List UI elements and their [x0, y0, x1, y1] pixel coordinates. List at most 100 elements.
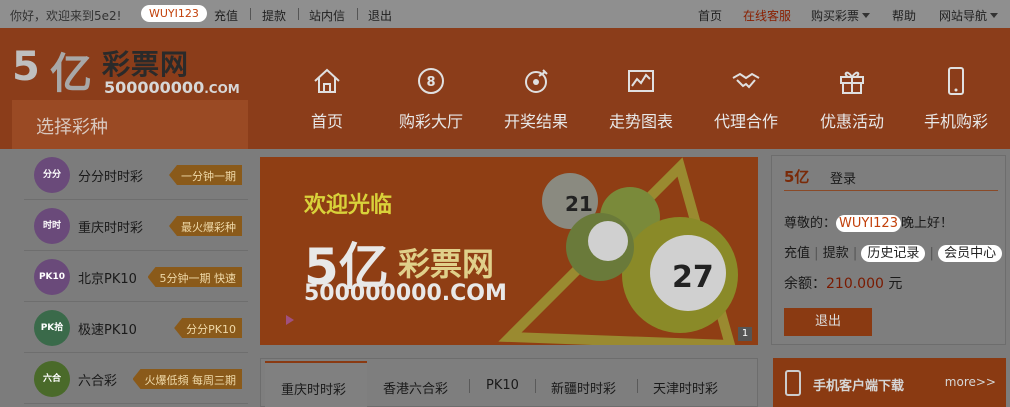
balance-label: 余额：	[784, 276, 826, 292]
member-center-link[interactable]: 会员中心	[938, 245, 1003, 262]
lottery-badge-icon: PK拾	[34, 310, 70, 346]
logo-url-main: 500000000	[104, 78, 205, 97]
lottery-tag: 分分PK10	[174, 318, 242, 338]
lottery-tag: 火爆低頻 每周三期	[132, 369, 242, 389]
logo-brand[interactable]: 彩票网	[102, 43, 189, 83]
tab-xjssc[interactable]: 新疆时时彩	[551, 378, 616, 397]
login-logo: 5亿	[784, 168, 810, 186]
nav-draw-results[interactable]: 开奖结果	[484, 38, 588, 138]
inbox-link[interactable]: 站内信	[309, 7, 345, 24]
tab-hk-lhc[interactable]: 香港六合彩	[383, 378, 448, 397]
play-icon[interactable]	[286, 315, 294, 325]
chart-icon	[628, 70, 654, 92]
divider	[357, 8, 358, 20]
divider	[784, 190, 998, 191]
banner-brand-cn: 彩票网	[398, 245, 495, 283]
lottery-item-lhc[interactable]: 六合 六合彩 火爆低頻 每周三期	[24, 353, 248, 404]
logo-five[interactable]: 5	[12, 44, 40, 90]
logout-link[interactable]: 退出	[368, 7, 392, 24]
account-links: 充值 | 提款 | 历史记录 | 会员中心	[784, 242, 1003, 262]
divider	[535, 379, 536, 393]
balance-value: 210.000	[826, 276, 884, 292]
tab-tjssc[interactable]: 天津时时彩	[653, 378, 718, 397]
promo-banner[interactable]: 21 27 欢迎光临 5亿 彩票网 500000000.COM 1	[260, 157, 758, 345]
lottery-item-jspk10[interactable]: PK拾 极速PK10 分分PK10	[24, 302, 248, 353]
greet-suffix: 晚上好！	[900, 216, 953, 231]
lottery-item-cqssc[interactable]: 时时 重庆时时彩 最火爆彩种	[24, 200, 248, 251]
greet-prefix: 尊敬的：	[784, 216, 837, 231]
divider	[298, 8, 299, 20]
divider: |	[814, 246, 819, 261]
home-link[interactable]: 首页	[698, 7, 722, 24]
nav-label: 购彩大厅	[398, 112, 463, 131]
username-badge[interactable]: WUYI123	[141, 5, 207, 22]
divider	[637, 379, 638, 393]
withdraw-link[interactable]: 提款	[823, 246, 849, 261]
tab-pk10[interactable]: PK10	[486, 378, 519, 393]
nav-label: 开奖结果	[503, 112, 568, 131]
logo-url: 500000000.COM	[104, 78, 240, 97]
nav-label: 手机购彩	[923, 112, 988, 131]
lottery-name: 六合彩	[78, 374, 118, 389]
site-nav-menu[interactable]: 网站导航	[939, 7, 999, 24]
balance: 余额：210.000 元	[784, 273, 902, 293]
nav-label: 优惠活动	[819, 112, 884, 131]
logo-url-suffix: .COM	[204, 82, 240, 96]
logo-yi[interactable]: 亿	[50, 40, 92, 101]
lottery-name: 分分时时彩	[78, 170, 144, 185]
help-link[interactable]: 帮助	[892, 7, 916, 24]
nav-mobile[interactable]: 手机购彩	[904, 38, 1008, 138]
gift-icon	[840, 71, 864, 94]
lottery-name: 北京PK10	[78, 272, 137, 287]
lottery-tag: 最火爆彩种	[169, 216, 242, 236]
top-bar: 你好，欢迎来到5e2! WUYI123 充值 提款 站内信 退出 首页 在线客服…	[0, 0, 1010, 28]
buy-lottery-label: 购买彩票	[811, 9, 860, 23]
logout-button[interactable]: 退出	[784, 308, 872, 336]
lottery-badge-icon: 时时	[34, 208, 70, 244]
ball-number: 21	[565, 192, 593, 216]
balance-unit: 元	[888, 276, 903, 292]
nav-promotions[interactable]: 优惠活动	[800, 38, 904, 138]
lottery-tabs: 重庆时时彩 香港六合彩 PK10 新疆时时彩 天津时时彩	[260, 358, 758, 407]
banner-page-indicator[interactable]: 1	[738, 327, 752, 341]
lottery-ball-icon: 8	[418, 68, 444, 94]
divider	[469, 379, 470, 393]
lottery-badge-icon: 六合	[34, 361, 70, 397]
history-link[interactable]: 历史记录	[861, 245, 926, 262]
greeting-username[interactable]: WUYI123	[836, 215, 901, 232]
lottery-item-bjpk10[interactable]: PK10 北京PK10 5分钟一期 快速	[24, 251, 248, 302]
online-service-link[interactable]: 在线客服	[743, 7, 791, 24]
lottery-badge-icon: PK10	[34, 259, 70, 295]
greeting: 尊敬的： WUYI123 晚上好！	[784, 212, 953, 232]
lottery-tag: 5分钟一期 快速	[147, 267, 242, 287]
recharge-link[interactable]: 充值	[784, 246, 810, 261]
select-lottery-heading: 选择彩种	[12, 100, 248, 149]
chevron-down-icon	[862, 13, 871, 18]
banner-url: 500000000.COM	[304, 281, 507, 306]
site-nav-label: 网站导航	[939, 9, 988, 23]
divider: |	[929, 246, 934, 261]
tab-cqssc[interactable]: 重庆时时彩	[265, 361, 367, 407]
mobile-download[interactable]: 手机客户端下载 more>>	[773, 358, 1006, 407]
login-panel: 5亿 登录 尊敬的： WUYI123 晚上好！ 充值 | 提款 | 历史记录 | 会…	[771, 155, 1006, 345]
chevron-down-icon	[990, 13, 999, 18]
ball-number: 27	[672, 260, 714, 295]
nav-agent[interactable]: 代理合作	[694, 38, 798, 138]
lottery-badge-icon: 分分	[34, 157, 70, 193]
buy-lottery-menu[interactable]: 购买彩票	[811, 7, 871, 24]
welcome-text: 你好，欢迎来到5e2!	[10, 9, 122, 23]
nav-home[interactable]: 首页	[275, 38, 379, 138]
handshake-icon	[732, 72, 760, 89]
withdraw-link[interactable]: 提款	[262, 7, 286, 24]
lottery-item-ffssc[interactable]: 分分 分分时时彩 一分钟一期	[24, 149, 248, 200]
nav-trend-charts[interactable]: 走势图表	[589, 38, 693, 138]
divider	[250, 8, 251, 20]
svg-text:8: 8	[426, 75, 435, 90]
nav-lottery-hall[interactable]: 8 购彩大厅	[379, 38, 483, 138]
more-link[interactable]: more>>	[945, 375, 996, 389]
nav-label: 走势图表	[608, 112, 673, 131]
recharge-link[interactable]: 充值	[214, 7, 238, 24]
home-icon	[314, 68, 340, 93]
mobile-icon	[948, 67, 964, 95]
draw-result-icon	[525, 69, 548, 93]
